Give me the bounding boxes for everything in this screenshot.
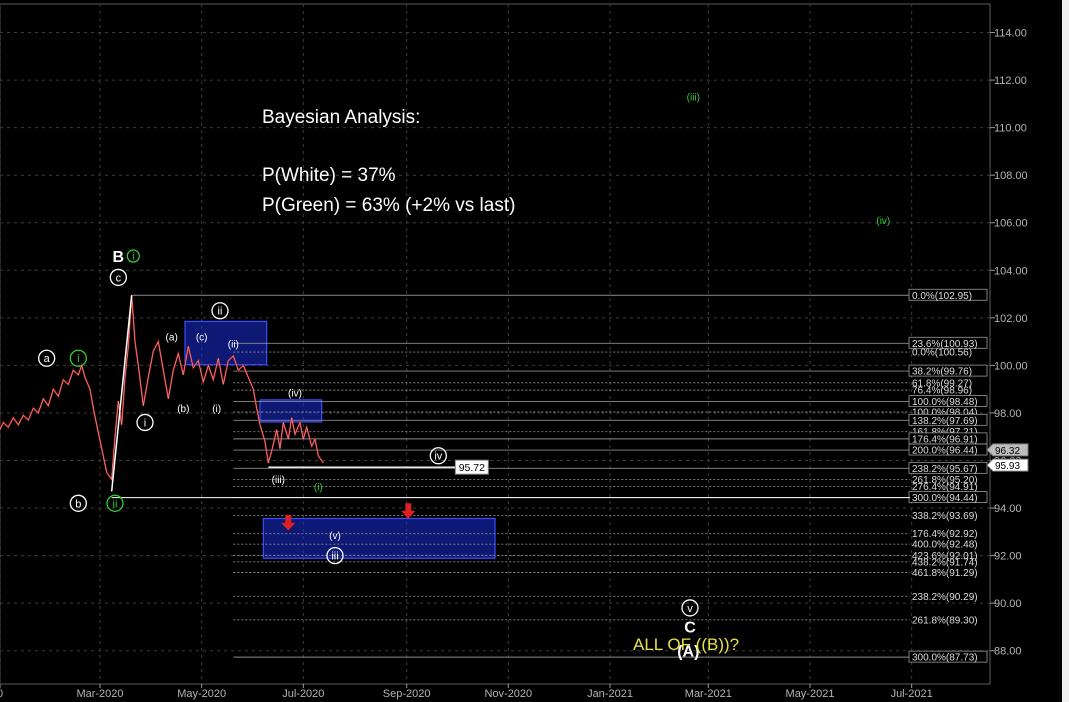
- fib-label: 461.8%(91.29): [912, 568, 978, 579]
- level-label: 95.72: [459, 462, 485, 474]
- y-tick-label: 104.00: [994, 265, 1028, 277]
- wave-label: (iii): [687, 92, 700, 103]
- wave-label: (iii): [272, 475, 285, 486]
- fib-label: 0.0%(102.95): [912, 291, 972, 302]
- wave-label: (a): [166, 332, 178, 343]
- fib-label: 138.2%(97.69): [912, 416, 978, 427]
- y-tick-label: 92.00: [994, 551, 1022, 563]
- wave-label: ii: [218, 306, 223, 318]
- wave-label: (iv): [876, 216, 890, 227]
- down-arrow-shaft: [285, 515, 292, 524]
- y-tick-label: 110.00: [994, 123, 1027, 135]
- fib-label: 200.0%(96.44): [912, 446, 978, 457]
- fib-label: 300.0%(87.73): [912, 653, 978, 664]
- plot-area: [0, 3, 991, 685]
- wave-label: c: [116, 272, 122, 284]
- fib-label: 238.2%(90.29): [912, 592, 978, 603]
- annotation-p-white: P(White) = 37%: [262, 165, 396, 186]
- y-tick-label: 98.00: [994, 408, 1022, 420]
- y-tick-label: 114.00: [994, 28, 1027, 40]
- annotation-all-of-b: ALL OF ((B))?: [633, 635, 740, 654]
- x-tick-label: May-2020: [177, 688, 226, 700]
- y-tick-label: 108.00: [994, 170, 1028, 182]
- y-tick-label: 100.00: [994, 360, 1028, 372]
- wave-label: (b): [177, 404, 189, 415]
- x-tick-label: 0: [0, 688, 3, 700]
- y-tick-label: 112.00: [994, 75, 1027, 87]
- y-axis: 88.0090.0092.0094.0096.0098.00100.00102.…: [990, 28, 1028, 658]
- wave-label: (iv): [288, 388, 302, 399]
- wave-label: (v): [329, 531, 341, 542]
- fib-label: 238.2%(95.67): [912, 464, 978, 475]
- y-tick-label: 106.00: [994, 218, 1028, 230]
- wave-label: B: [113, 249, 125, 266]
- fib-label: 76.4%(98.96): [912, 386, 972, 397]
- fib-label: 438.2%(91.74): [912, 557, 978, 568]
- y-tick-label: 88.00: [994, 646, 1022, 658]
- fib-label: 400.0%(92.48): [912, 540, 978, 551]
- annotation-p-green: P(Green) = 63% (+2% vs last): [262, 195, 516, 216]
- fib-label: 100.0%(98.48): [912, 397, 978, 408]
- price-label: 96.32: [995, 446, 1020, 457]
- y-tick-label: 94.00: [994, 503, 1022, 515]
- wave-label: iv: [434, 451, 442, 463]
- wave-label: v: [687, 603, 693, 615]
- wave-label: ii: [113, 498, 118, 510]
- x-tick-label: May-2021: [786, 688, 835, 700]
- wave-label: (ii): [228, 340, 239, 351]
- wave-label: (c): [196, 332, 208, 343]
- fib-label: 338.2%(93.69): [912, 511, 978, 522]
- wave-label: (i): [212, 404, 221, 415]
- x-tick-label: Jul-2021: [891, 688, 933, 700]
- wave-label: a: [44, 353, 51, 365]
- fib-label: 261.8%(89.30): [912, 615, 978, 626]
- down-arrow-shaft: [405, 503, 412, 512]
- wave-label: i: [144, 417, 146, 429]
- wave-label: iii: [331, 551, 338, 563]
- x-tick-label: Sep-2020: [383, 688, 431, 700]
- x-tick-label: Nov-2020: [484, 688, 532, 700]
- wave-label: b: [75, 498, 81, 510]
- price-label: 95.93: [995, 461, 1020, 472]
- fib-label: 176.4%(92.92): [912, 529, 978, 540]
- wave-label: i: [132, 252, 134, 263]
- fib-label: 38.2%(99.76): [912, 367, 972, 378]
- y-tick-label: 102.00: [994, 313, 1028, 325]
- wave-label: (i): [314, 482, 323, 493]
- x-tick-label: Mar-2020: [76, 688, 123, 700]
- x-axis: 0 Mar-2020 May-2020 Jul-2020 Sep-2020 Nov-202…: [0, 684, 933, 700]
- window-edge: [1062, 0, 1069, 702]
- x-tick-label: Jul-2020: [282, 688, 324, 700]
- x-tick-label: Mar-2021: [685, 688, 732, 700]
- elliott-wave-chart: 88.0090.0092.0094.0096.0098.00100.00102.…: [0, 0, 1069, 702]
- y-tick-label: 90.00: [994, 598, 1022, 610]
- annotation-title: Bayesian Analysis:: [262, 107, 421, 128]
- target-box: [262, 517, 496, 559]
- x-tick-label: Jan-2021: [587, 688, 633, 700]
- fib-label: 0.0%(100.56): [912, 348, 972, 359]
- wave-label: i: [77, 353, 79, 365]
- fib-label: 300.0%(94.44): [912, 493, 978, 504]
